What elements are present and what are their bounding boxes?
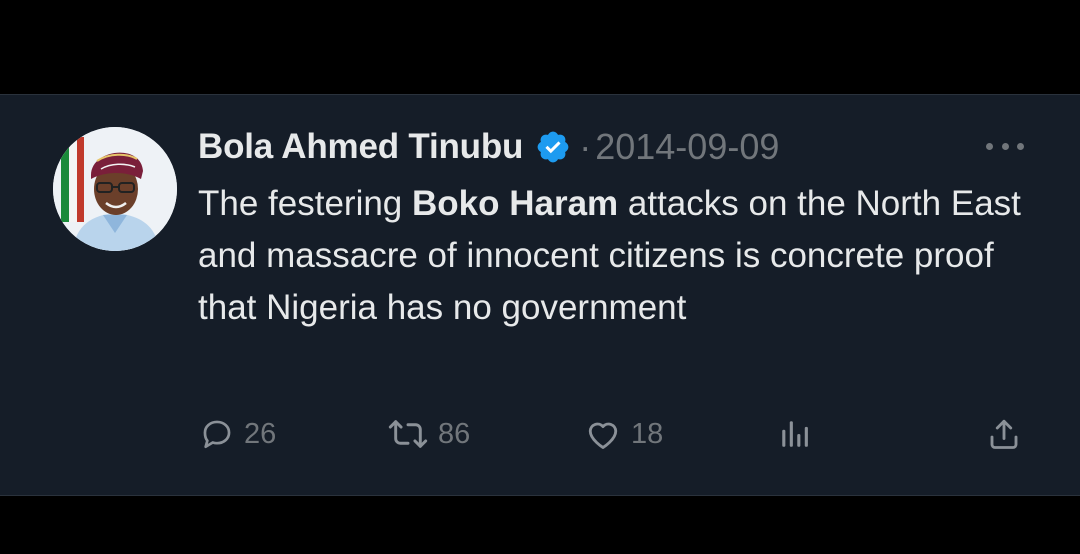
views-button[interactable]	[778, 412, 812, 456]
like-button[interactable]: 18	[585, 412, 663, 456]
reply-count: 26	[244, 417, 277, 450]
like-count: 18	[631, 417, 664, 450]
dot	[986, 142, 993, 150]
retweet-count: 86	[438, 417, 471, 450]
verified-badge-icon	[535, 129, 571, 165]
tweet-date[interactable]: 2014-09-09	[595, 126, 779, 168]
reply-bubble-icon	[200, 417, 234, 451]
dot	[1001, 142, 1009, 150]
tweet-text-part1: The festering	[198, 184, 412, 223]
avatar[interactable]	[53, 127, 177, 251]
share-upload-icon	[986, 416, 1022, 452]
heart-icon	[585, 417, 621, 451]
header-separator: ·	[579, 126, 592, 167]
dot	[1017, 142, 1024, 150]
share-button[interactable]	[986, 412, 1022, 456]
more-dots-icon[interactable]	[986, 140, 1024, 152]
screenshot-frame: Bola Ahmed Tinubu · 2014-09-09 The feste…	[0, 0, 1080, 554]
retweet-icon	[388, 417, 428, 451]
tweet-text: The festering Boko Haram attacks on the …	[198, 178, 1048, 334]
tweet-actions: 26 86 18	[198, 412, 1028, 456]
reply-button[interactable]: 26	[200, 412, 276, 456]
author-name[interactable]: Bola Ahmed Tinubu	[198, 127, 523, 167]
tweet-header: Bola Ahmed Tinubu · 2014-09-09	[198, 122, 779, 172]
tweet-text-bold: Boko Haram	[412, 184, 619, 223]
views-bar-chart-icon	[778, 417, 812, 451]
retweet-button[interactable]: 86	[388, 412, 470, 456]
